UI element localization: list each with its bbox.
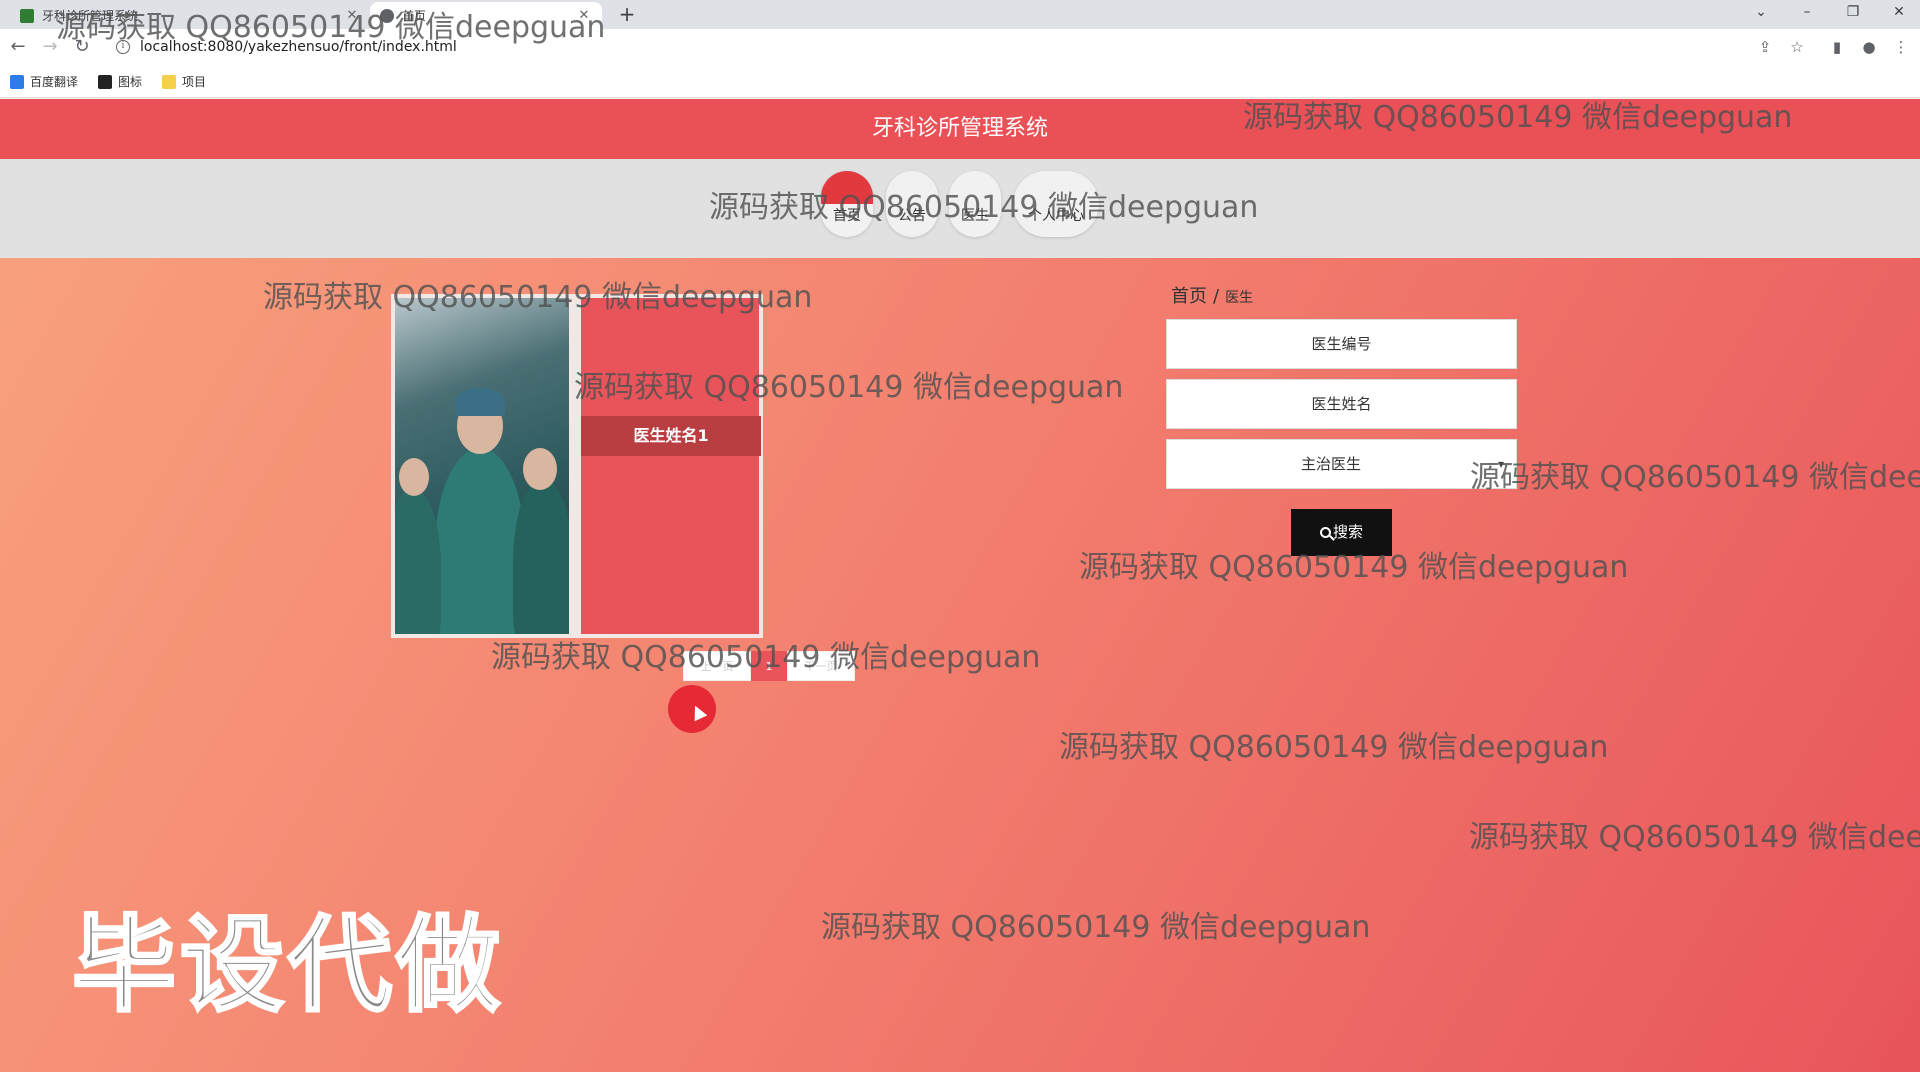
restore-button[interactable]: ❐: [1830, 0, 1876, 29]
watermark-text: 源码获取 QQ86050149 微信deepguan: [709, 190, 1259, 225]
bookmark-item[interactable]: 项目: [162, 73, 206, 90]
bookmark-label: 图标: [118, 75, 143, 89]
watermark-text: 源码获取 QQ86050149 微信deepguan: [263, 280, 813, 315]
breadcrumb: 首页 / 医生: [1171, 282, 1253, 308]
bookmark-item[interactable]: 图标: [98, 73, 142, 90]
doctor-title-select[interactable]: 主治医生 ▾: [1166, 439, 1517, 489]
breadcrumb-separator: /: [1213, 286, 1220, 307]
photo-figure: [399, 458, 429, 496]
doctor-name: 医生姓名1: [581, 416, 762, 456]
new-tab-button[interactable]: +: [614, 2, 640, 28]
search-button-label: 搜索: [1332, 523, 1363, 541]
back-icon[interactable]: ←: [4, 34, 32, 62]
profile-avatar-icon[interactable]: ●: [1858, 38, 1880, 58]
doctor-photo[interactable]: [395, 298, 570, 634]
photo-figure: [395, 488, 441, 634]
watermark-text: 源码获取 QQ86050149 微信deepguan: [1469, 820, 1920, 855]
watermark-text: 源码获取 QQ86050149 微信deepguan: [1079, 550, 1629, 585]
watermark-text: 源码获取 QQ86050149 微信deepguan: [491, 640, 1041, 675]
translate-icon: [10, 74, 24, 89]
doctor-id-input[interactable]: 医生编号: [1166, 319, 1517, 369]
photo-figure: [435, 448, 525, 634]
doctor-card[interactable]: 医生姓名1: [391, 294, 763, 638]
search-icon: [1319, 527, 1331, 538]
watermark-text: 源码获取 QQ86050149 微信deepguan: [56, 10, 606, 45]
watermark-text: 源码获取 QQ86050149 微信deepguan: [574, 370, 1124, 405]
bookmark-star-icon[interactable]: ☆: [1786, 38, 1808, 58]
doctor-title-value: 主治医生: [1301, 455, 1362, 473]
site-favicon-icon: [20, 8, 34, 23]
watermark-big-text: 毕设代做: [70, 903, 505, 1028]
breadcrumb-home[interactable]: 首页: [1171, 286, 1207, 307]
side-panel-icon[interactable]: ▮: [1826, 38, 1848, 58]
window-close-button[interactable]: ✕: [1876, 0, 1920, 29]
folder-icon: [162, 74, 177, 89]
watermark-text: 源码获取 QQ86050149 微信deepguan: [821, 910, 1371, 945]
minimize-button[interactable]: –: [1784, 0, 1830, 29]
doctor-info-panel[interactable]: 医生姓名1: [581, 298, 762, 634]
photo-figure: [513, 478, 570, 634]
share-icon[interactable]: ⇪: [1754, 38, 1776, 58]
photo-figure: [455, 388, 505, 416]
watermark-text: 源码获取 QQ86050149 微信deepguan: [1470, 460, 1920, 495]
bookmark-label: 百度翻译: [30, 75, 79, 89]
tab-search-chevron-icon[interactable]: ⌄: [1738, 0, 1784, 29]
watermark-text: 源码获取 QQ86050149 微信deepguan: [1243, 100, 1793, 135]
doctor-name-input[interactable]: 医生姓名: [1166, 379, 1517, 429]
bookmark-item[interactable]: 百度翻译: [10, 73, 78, 90]
image-icon: [98, 74, 113, 89]
breadcrumb-current: 医生: [1225, 290, 1254, 306]
bookmark-label: 项目: [182, 75, 207, 89]
photo-figure: [523, 448, 557, 490]
watermark-text: 源码获取 QQ86050149 微信deepguan: [1059, 730, 1609, 765]
menu-kebab-icon[interactable]: ⋮: [1890, 38, 1912, 58]
